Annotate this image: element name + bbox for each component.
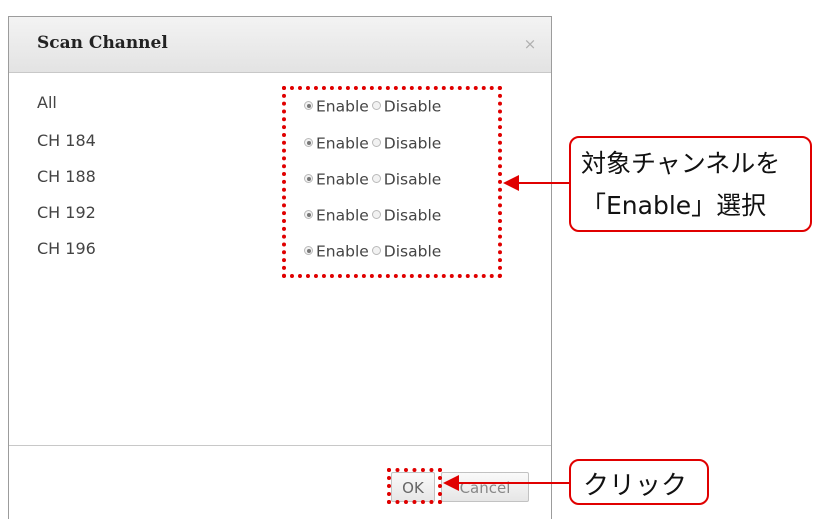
annotation-arrows — [443, 175, 569, 491]
enable-callout-line1: 対象チャンネルを — [581, 149, 781, 178]
enable-callout: 対象チャンネルを 「Enable」選択 — [569, 136, 812, 232]
enable-callout-line2: 「Enable」選択 — [581, 191, 767, 220]
ok-callout: クリック — [569, 459, 709, 505]
ok-callout-text: クリック — [583, 471, 688, 501]
